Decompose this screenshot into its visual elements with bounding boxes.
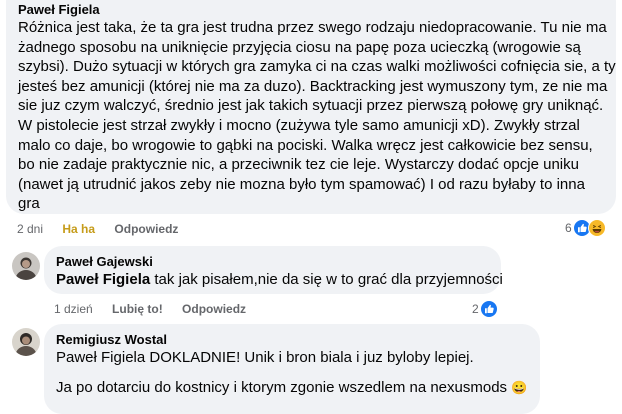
reaction-summary[interactable]: 2: [472, 300, 498, 318]
reply-button[interactable]: Odpowiedz: [182, 302, 246, 316]
comment-text-line: Różnica jest taka, że ta gra jest trudna…: [18, 19, 607, 36]
comment-text-line: W pistolecie jest strzał zwykły i mocno …: [18, 116, 580, 134]
comment-text-line: szybsi). Dużo sytuacji w których gra zam…: [18, 58, 616, 76]
comment-text: Różnica jest taka, że ta gra jest trudna…: [18, 18, 616, 214]
comment-author[interactable]: Remigiusz Wostal: [56, 332, 528, 347]
avatar[interactable]: [12, 328, 40, 356]
comment-text-line: (nawet ją utrudnić jakos zeby nie mozna …: [18, 175, 585, 193]
comment-time[interactable]: 2 dni: [17, 222, 43, 236]
comment-text-line: Ja po dotarciu do kostnicy i ktorym zgon…: [56, 378, 528, 398]
comment-text-line: żadnego sposobu na uniknięcie przyjęcia …: [18, 38, 581, 56]
like-reaction-icon: [479, 300, 498, 318]
comment-text: Paweł Figiela tak jak pisałem,nie da się…: [56, 270, 503, 290]
comment-text-line: malo co daje, bo wrogowie to gąbki na po…: [18, 136, 593, 154]
haha-reaction-icon: [587, 219, 606, 237]
comment-text-line: gra: [18, 195, 40, 213]
comment-body: tak jak pisałem,nie da się w to grać dla…: [150, 271, 503, 288]
like-button[interactable]: Lubię to!: [112, 302, 163, 316]
comment-body: Ja po dotarciu do kostnicy i ktorym zgon…: [56, 378, 508, 396]
comment-text-line: Paweł Figiela DOKLADNIE! Unik i bron bia…: [56, 349, 474, 366]
comment-actions: 1 dzień Lubię to! Odpowiedz: [54, 302, 262, 316]
reply-button[interactable]: Odpowiedz: [114, 222, 178, 236]
comment-bubble: Paweł Gajewski Paweł Figiela tak jak pis…: [44, 246, 503, 294]
comment-text-line: jesteś bez amunicji (której nie ma za du…: [18, 77, 608, 95]
comment-time[interactable]: 1 dzień: [54, 302, 93, 316]
mention-link[interactable]: Paweł Figiela: [56, 271, 150, 288]
comment-author[interactable]: Paweł Gajewski: [56, 254, 489, 269]
reaction-count: 2: [472, 302, 479, 316]
comment-text-line: sie juz czym walczyć, średnio jest jak t…: [18, 97, 604, 115]
comment-actions: 2 dni Ha ha Odpowiedz: [17, 222, 194, 236]
comment-bubble: Paweł Figiela Różnica jest taka, że ta g…: [6, 0, 616, 214]
avatar[interactable]: [12, 252, 40, 280]
reaction-count: 6: [565, 221, 572, 235]
reaction-summary[interactable]: 6: [565, 219, 606, 237]
comment-bubble: Remigiusz Wostal Paweł Figiela DOKLADNIE…: [44, 324, 540, 414]
grinning-emoji-icon: 😀: [511, 379, 528, 395]
haha-button[interactable]: Ha ha: [62, 222, 95, 236]
comment-author[interactable]: Paweł Figiela: [18, 2, 604, 17]
comment-text-line: bo nie zadaje praktycznie nic, a przeciw…: [18, 156, 579, 174]
